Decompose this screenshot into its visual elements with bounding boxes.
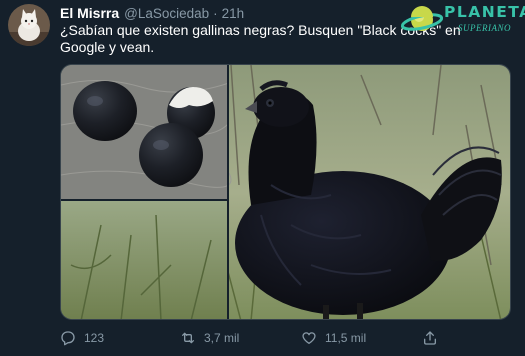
media-container[interactable] xyxy=(60,64,511,320)
separator-dot: · xyxy=(213,5,218,21)
watermark: PLANETA SUPERIANO xyxy=(400,0,525,38)
retweet-button[interactable]: 3,7 mil xyxy=(180,328,239,348)
like-count: 11,5 mil xyxy=(325,331,367,345)
watermark-subtitle: SUPERIANO xyxy=(458,23,511,33)
reply-icon xyxy=(61,331,75,346)
watermark-title: PLANETA xyxy=(444,3,525,21)
tweet[interactable]: El Misrra @LaSociedab · 21h ¿Sabían que … xyxy=(0,0,525,356)
share-button[interactable] xyxy=(422,328,438,348)
tweet-header: El Misrra @LaSociedab · 21h xyxy=(60,4,244,22)
timestamp[interactable]: 21h xyxy=(222,6,245,21)
reply-button[interactable]: 123 xyxy=(60,328,104,348)
reply-count: 123 xyxy=(84,331,105,345)
author-handle[interactable]: @LaSociedab xyxy=(124,6,209,21)
heart-icon xyxy=(302,332,316,344)
media-photos xyxy=(61,65,510,319)
avatar[interactable] xyxy=(8,4,50,46)
share-icon xyxy=(424,331,436,345)
black-eggs-photo xyxy=(61,65,232,201)
author-name[interactable]: El Misrra xyxy=(60,5,119,21)
cat-avatar-icon xyxy=(8,4,50,46)
like-button[interactable]: 11,5 mil xyxy=(301,328,366,348)
retweet-icon xyxy=(182,332,194,344)
retweet-count: 3,7 mil xyxy=(204,331,240,345)
planet-logo-icon xyxy=(400,6,444,31)
action-bar: 123 3,7 mil 11,5 mil xyxy=(58,328,498,348)
